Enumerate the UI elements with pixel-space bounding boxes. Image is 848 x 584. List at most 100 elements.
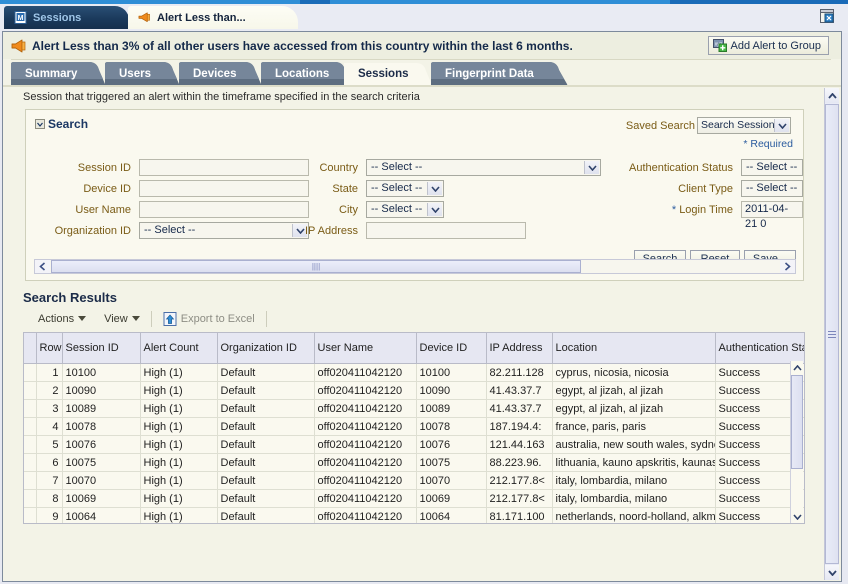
cell-ip-address[interactable]: 187.194.4:	[486, 418, 552, 436]
cell-session-id[interactable]: 10090	[62, 382, 140, 400]
city-select[interactable]: -- Select --	[366, 201, 444, 218]
search-panel-header[interactable]: Search	[35, 117, 88, 131]
column-header-user-name[interactable]: User Name	[314, 333, 416, 364]
table-row[interactable]: 4 10078 High (1) Default off020411042120…	[24, 418, 805, 436]
table-row[interactable]: 3 10089 High (1) Default off020411042120…	[24, 400, 805, 418]
cell-device-id[interactable]: 10069	[416, 490, 486, 508]
cell-ip-address[interactable]: 212.177.8<	[486, 490, 552, 508]
login-time-input[interactable]: 2011-04-21 0	[741, 201, 803, 218]
close-window-icon[interactable]	[819, 8, 835, 24]
chevron-up-icon[interactable]	[825, 88, 839, 103]
scrollbar-thumb[interactable]	[791, 375, 803, 469]
cell-device-id[interactable]: 10070	[416, 472, 486, 490]
cell-device-id[interactable]: 10100	[416, 364, 486, 382]
column-header-location[interactable]: Location	[552, 333, 715, 364]
cell-device-id[interactable]: 10090	[416, 382, 486, 400]
saved-search-select[interactable]: Search Sessions	[697, 117, 791, 134]
column-header-authentication-status[interactable]: Authentication Status	[715, 333, 805, 364]
column-header-row[interactable]: Row	[36, 333, 62, 364]
table-row[interactable]: 7 10070 High (1) Default off020411042120…	[24, 472, 805, 490]
chevron-down-icon[interactable]	[584, 161, 599, 174]
scrollbar-thumb[interactable]	[825, 104, 839, 564]
scrollbar-thumb[interactable]: ||||	[51, 260, 581, 273]
cell-device-id[interactable]: 10089	[416, 400, 486, 418]
cell-device-id[interactable]: 10064	[416, 508, 486, 525]
country-select[interactable]: -- Select --	[366, 159, 601, 176]
authentication-status-select[interactable]: -- Select --	[741, 159, 803, 176]
cell-session-id[interactable]: 10078	[62, 418, 140, 436]
cell-user-name[interactable]: off020411042120	[314, 418, 416, 436]
chevron-down-icon[interactable]	[825, 565, 839, 580]
table-row[interactable]: 6 10075 High (1) Default off020411042120…	[24, 454, 805, 472]
cell-user-name[interactable]: off020411042120	[314, 382, 416, 400]
cell-ip-address[interactable]: 82.211.128	[486, 364, 552, 382]
cell-user-name[interactable]: off020411042120	[314, 454, 416, 472]
search-horizontal-scrollbar[interactable]: ||||	[34, 259, 796, 274]
organization-id-select[interactable]: -- Select --	[139, 222, 309, 239]
table-row[interactable]: 5 10076 High (1) Default off020411042120…	[24, 436, 805, 454]
export-to-excel-button[interactable]: Export to Excel	[154, 309, 264, 328]
column-header-session-id[interactable]: Session ID	[62, 333, 140, 364]
cell-ip-address[interactable]: 88.223.96.	[486, 454, 552, 472]
table-row[interactable]: 2 10090 High (1) Default off020411042120…	[24, 382, 805, 400]
cell-session-id[interactable]: 10100	[62, 364, 140, 382]
chevron-down-icon[interactable]	[774, 119, 789, 132]
chevron-left-icon[interactable]	[35, 260, 50, 273]
cell-device-id[interactable]: 10076	[416, 436, 486, 454]
window-tab-sessions[interactable]: M Sessions	[4, 6, 129, 29]
tab-summary[interactable]: Summary	[11, 62, 107, 86]
cell-user-name[interactable]: off020411042120	[314, 472, 416, 490]
table-row[interactable]: 8 10069 High (1) Default off020411042120…	[24, 490, 805, 508]
cell-location[interactable]: lithuania, kauno apskritis, kaunas	[552, 454, 715, 472]
table-row[interactable]: 1 10100 High (1) Default off020411042120…	[24, 364, 805, 382]
cell-session-id[interactable]: 10070	[62, 472, 140, 490]
cell-session-id[interactable]: 10075	[62, 454, 140, 472]
cell-session-id[interactable]: 10064	[62, 508, 140, 525]
column-header-device-id[interactable]: Device ID	[416, 333, 486, 364]
column-header-ip-address[interactable]: IP Address	[486, 333, 552, 364]
user-name-input[interactable]	[139, 201, 309, 218]
page-vertical-scrollbar[interactable]	[824, 88, 839, 580]
tab-devices[interactable]: Devices	[179, 62, 263, 86]
cell-user-name[interactable]: off020411042120	[314, 400, 416, 418]
chevron-up-icon[interactable]	[791, 361, 803, 374]
tab-users[interactable]: Users	[105, 62, 181, 86]
cell-ip-address[interactable]: 81.171.100	[486, 508, 552, 525]
cell-user-name[interactable]: off020411042120	[314, 490, 416, 508]
column-header-organization-id[interactable]: Organization ID	[217, 333, 314, 364]
ip-address-input[interactable]	[366, 222, 526, 239]
cell-user-name[interactable]: off020411042120	[314, 508, 416, 525]
cell-session-id[interactable]: 10069	[62, 490, 140, 508]
chevron-down-icon[interactable]	[791, 510, 803, 523]
view-menu[interactable]: View	[95, 309, 149, 328]
cell-location[interactable]: italy, lombardia, milano	[552, 490, 715, 508]
table-vertical-scrollbar[interactable]	[790, 361, 803, 523]
window-tab-alert[interactable]: Alert Less than...	[128, 6, 298, 29]
device-id-input[interactable]	[139, 180, 309, 197]
cell-ip-address[interactable]: 41.43.37.7	[486, 382, 552, 400]
cell-session-id[interactable]: 10089	[62, 400, 140, 418]
cell-location[interactable]: egypt, al jizah, al jizah	[552, 382, 715, 400]
cell-location[interactable]: cyprus, nicosia, nicosia	[552, 364, 715, 382]
actions-menu[interactable]: Actions	[29, 309, 95, 328]
cell-location[interactable]: netherlands, noord-holland, alkma	[552, 508, 715, 525]
client-type-select[interactable]: -- Select --	[741, 180, 803, 197]
cell-location[interactable]: egypt, al jizah, al jizah	[552, 400, 715, 418]
chevron-right-icon[interactable]	[780, 260, 795, 273]
add-alert-to-group-button[interactable]: xyz Add Alert to Group	[708, 36, 830, 55]
cell-user-name[interactable]: off020411042120	[314, 364, 416, 382]
tab-fingerprint-data[interactable]: Fingerprint Data	[431, 62, 569, 86]
chevron-down-icon[interactable]	[35, 119, 45, 129]
cell-session-id[interactable]: 10076	[62, 436, 140, 454]
tab-sessions[interactable]: Sessions	[344, 62, 436, 86]
session-id-input[interactable]	[139, 159, 309, 176]
cell-ip-address[interactable]: 121.44.163	[486, 436, 552, 454]
cell-location[interactable]: france, paris, paris	[552, 418, 715, 436]
tab-locations[interactable]: Locations	[261, 62, 353, 86]
column-header-alert-count[interactable]: Alert Count	[140, 333, 217, 364]
cell-user-name[interactable]: off020411042120	[314, 436, 416, 454]
chevron-down-icon[interactable]	[427, 203, 442, 216]
state-select[interactable]: -- Select --	[366, 180, 444, 197]
cell-ip-address[interactable]: 212.177.8<	[486, 472, 552, 490]
chevron-down-icon[interactable]	[427, 182, 442, 195]
